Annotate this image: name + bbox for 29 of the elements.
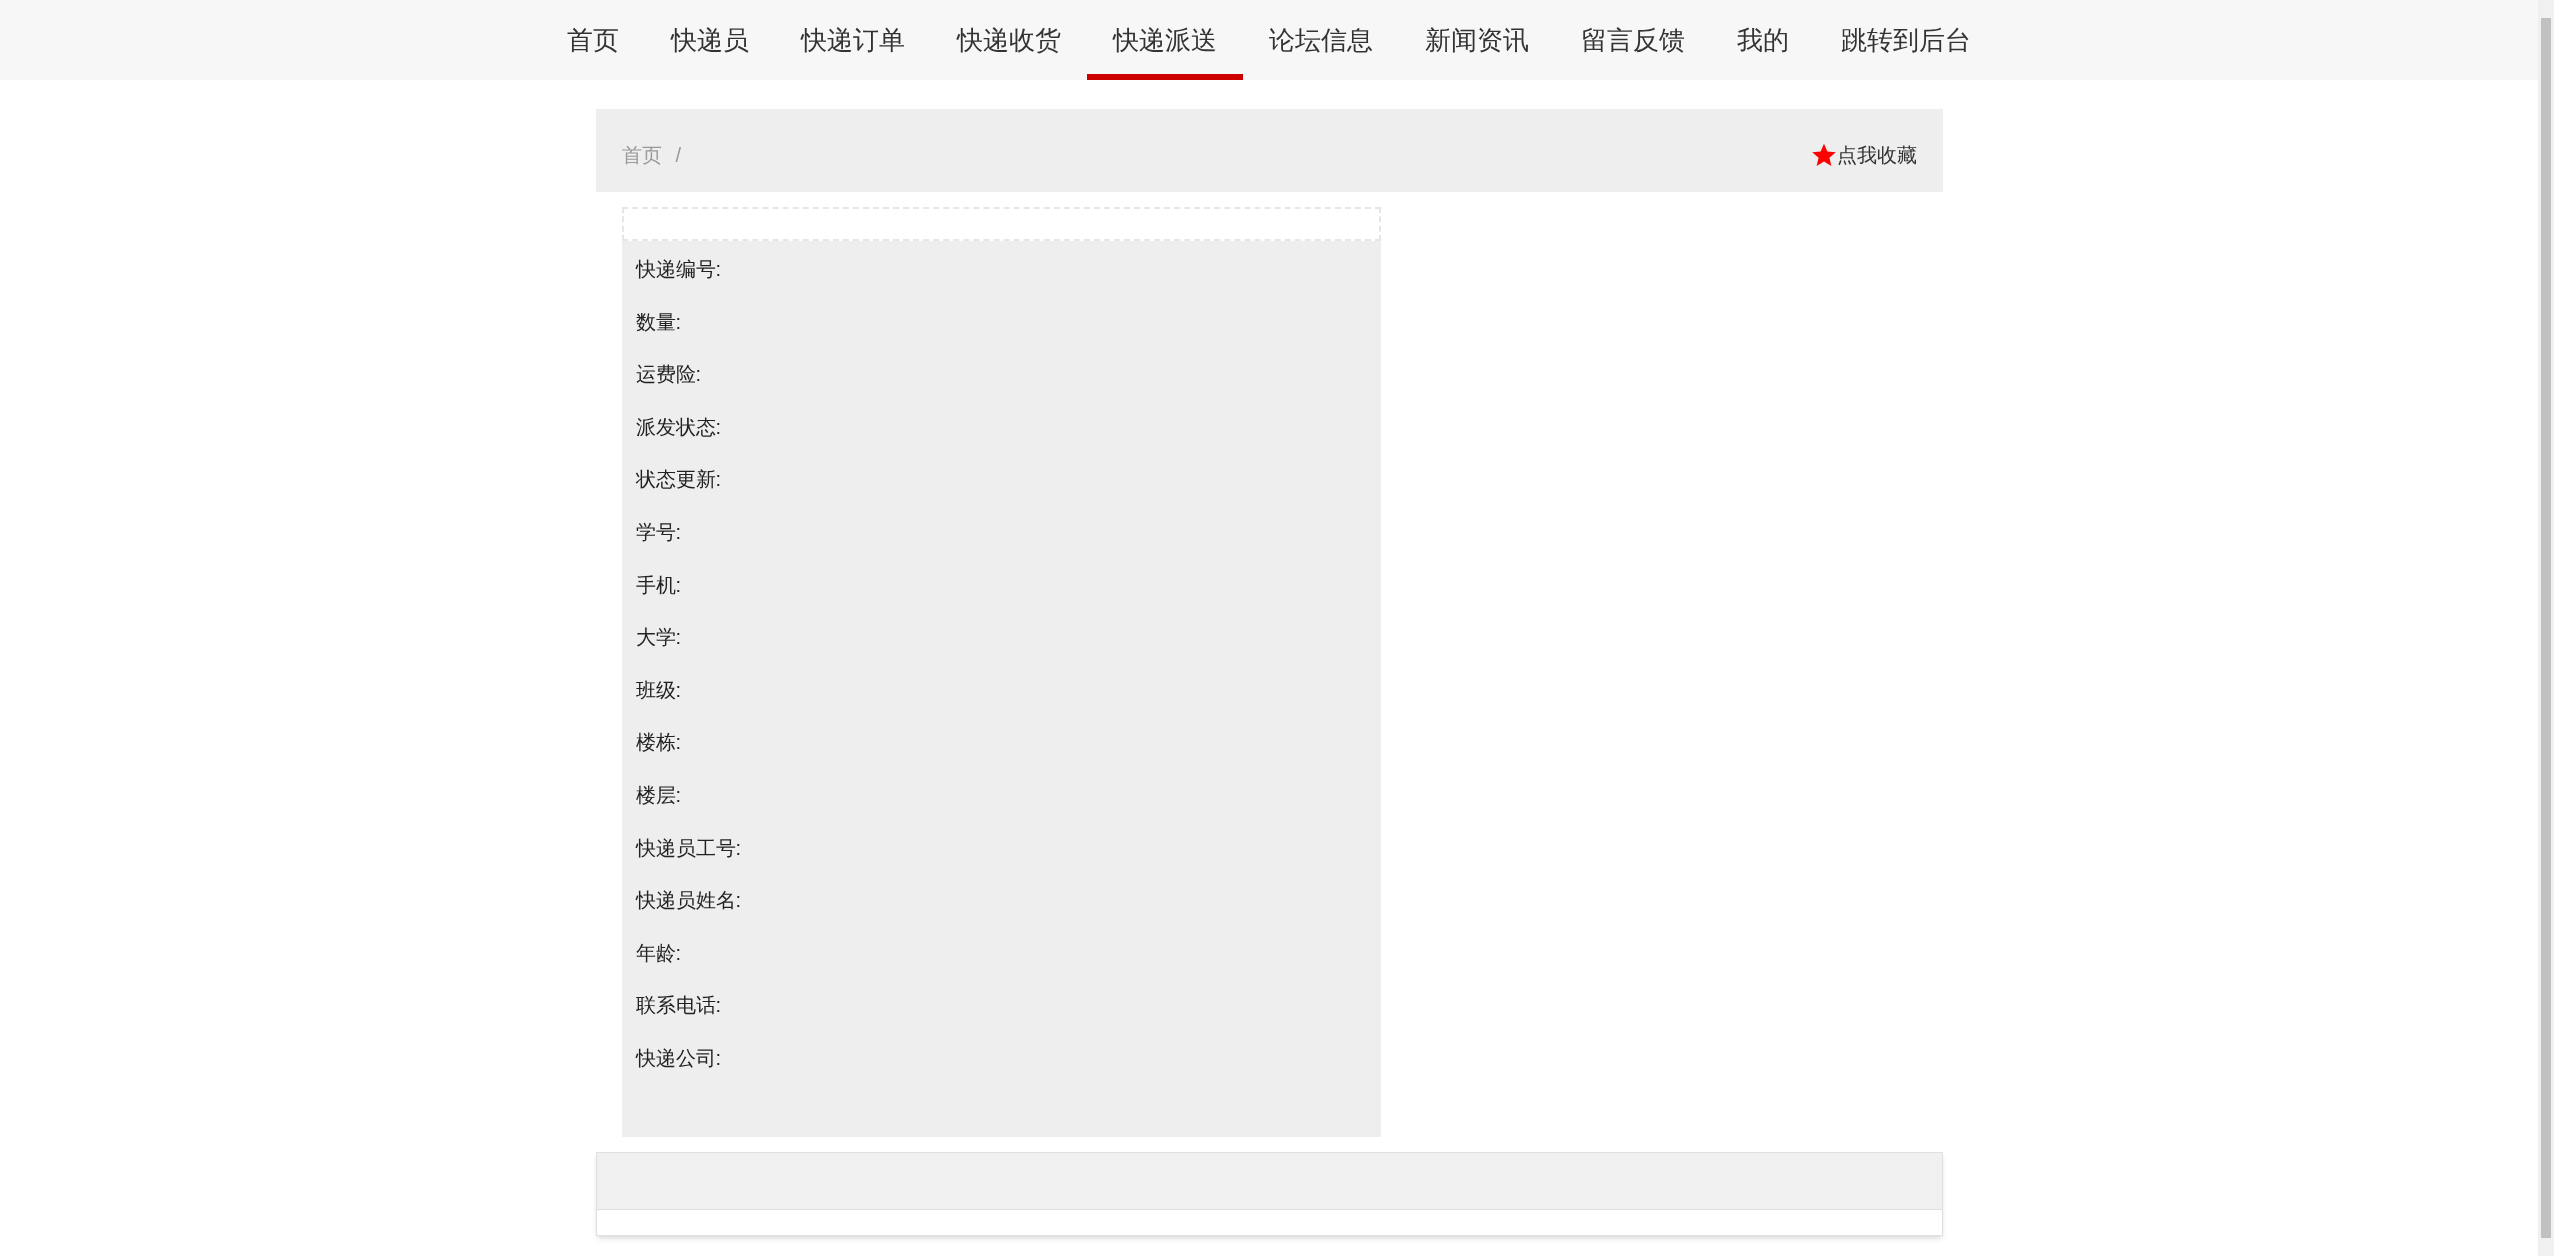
breadcrumb-separator: / [675,142,682,168]
nav-tab[interactable]: 首页 [541,0,645,80]
detail-label: 手机: [635,572,682,598]
detail-label: 数量: [635,309,682,335]
detail-label: 年龄: [635,940,682,966]
favorite-link[interactable]: 点我收藏 [1810,139,1917,170]
detail-label: 快递员工号: [635,835,742,861]
nav-tab[interactable]: 我的 [1711,0,1815,80]
nav-tab[interactable]: 快递收货 [931,0,1087,80]
nav-tab[interactable]: 快递派送 [1087,0,1243,80]
scrollbar[interactable] [2538,0,2554,1256]
detail-label: 联系电话: [635,993,722,1019]
detail-label: 学号: [635,519,682,545]
nav-tab[interactable]: 留言反馈 [1555,0,1711,80]
detail-label: 快递员姓名: [635,888,742,914]
detail-label: 快递编号: [635,257,722,282]
detail-label: 快递公司: [635,1045,722,1071]
detail-label: 状态更新: [635,467,722,493]
nav-tab[interactable]: 快递员 [645,0,775,80]
detail-label: 运费险: [635,362,702,388]
nav-tab[interactable]: 快递订单 [775,0,931,80]
nav-tab[interactable]: 跳转到后台 [1815,0,1997,80]
nav-tab[interactable]: 论坛信息 [1243,0,1399,80]
nav-tab[interactable]: 新闻资讯 [1399,0,1555,80]
detail-label: 大学: [635,625,682,651]
detail-label: 楼层: [635,782,682,808]
detail-label: 班级: [635,677,682,703]
detail-label: 派发状态: [635,414,722,440]
detail-label: 楼栋: [635,730,682,756]
